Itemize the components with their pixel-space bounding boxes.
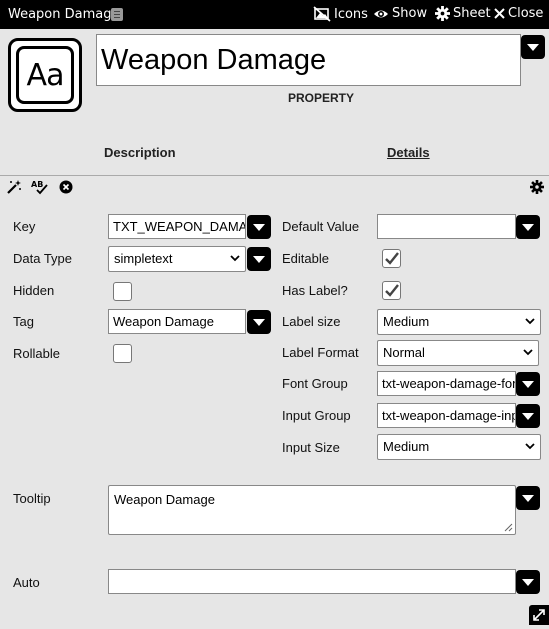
font-group-input[interactable]: txt-weapon-damage-font bbox=[377, 371, 516, 396]
default-value-input[interactable] bbox=[377, 214, 516, 239]
font-group-dropdown-button[interactable] bbox=[516, 372, 540, 396]
tag-label: Tag bbox=[13, 314, 34, 329]
gear-icon[interactable] bbox=[530, 180, 544, 194]
label-size-select[interactable]: Medium bbox=[377, 309, 541, 335]
chevron-down-icon bbox=[525, 318, 535, 325]
key-dropdown-button[interactable] bbox=[247, 215, 271, 239]
tooltip-value: Weapon Damage bbox=[114, 492, 215, 507]
default-value-label: Default Value bbox=[282, 219, 360, 234]
show-button-label: Show bbox=[392, 6, 428, 21]
rollable-label: Rollable bbox=[13, 346, 60, 361]
window-title: Weapon Damage bbox=[8, 7, 120, 22]
chevron-down-icon bbox=[523, 349, 533, 356]
sheet-button-label: Sheet bbox=[453, 6, 491, 21]
data-type-dropdown-button[interactable] bbox=[247, 247, 271, 271]
hidden-checkbox[interactable] bbox=[113, 282, 132, 301]
item-image[interactable]: Aa bbox=[8, 38, 82, 112]
rollable-checkbox[interactable] bbox=[113, 344, 132, 363]
hidden-label: Hidden bbox=[13, 283, 55, 298]
resize-grip-icon[interactable] bbox=[504, 523, 513, 532]
show-button[interactable]: Show bbox=[373, 6, 427, 21]
expand-icon bbox=[533, 609, 545, 621]
avatar-text: Aa bbox=[16, 46, 74, 104]
magic-wand-icon[interactable] bbox=[6, 179, 22, 195]
data-type-value: simpletext bbox=[114, 251, 173, 266]
gear-icon bbox=[435, 6, 450, 21]
label-format-label: Label Format bbox=[282, 345, 359, 360]
has-label-label: Has Label? bbox=[282, 283, 348, 298]
sheet-button[interactable]: Sheet bbox=[435, 6, 491, 21]
name-dropdown-button[interactable] bbox=[521, 35, 545, 59]
svg-text:AB: AB bbox=[31, 180, 43, 189]
spellcheck-icon[interactable]: AB bbox=[31, 179, 49, 195]
label-format-value: Normal bbox=[383, 345, 425, 360]
font-group-label: Font Group bbox=[282, 376, 348, 391]
tag-input[interactable]: Weapon Damage bbox=[108, 309, 246, 334]
auto-input[interactable] bbox=[108, 569, 516, 594]
has-label-checkbox[interactable] bbox=[382, 281, 401, 300]
title-bar: Weapon Damage Icons Show Sheet Close bbox=[0, 0, 549, 29]
tab-description[interactable]: Description bbox=[104, 145, 176, 160]
label-format-select[interactable]: Normal bbox=[377, 340, 539, 366]
input-group-input[interactable]: txt-weapon-damage-input bbox=[377, 403, 516, 428]
data-type-select[interactable]: simpletext bbox=[108, 246, 246, 272]
key-input[interactable]: TXT_WEAPON_DAMAGE bbox=[108, 214, 246, 239]
checkmark-icon bbox=[385, 252, 399, 265]
close-button-label: Close bbox=[508, 6, 544, 21]
key-label: Key bbox=[13, 219, 36, 234]
image-off-icon bbox=[313, 6, 331, 22]
icons-button-label: Icons bbox=[334, 6, 368, 22]
close-button[interactable]: Close bbox=[494, 6, 543, 21]
eye-icon bbox=[374, 10, 388, 17]
close-icon bbox=[494, 8, 505, 19]
input-size-select[interactable]: Medium bbox=[377, 434, 541, 460]
input-size-label: Input Size bbox=[282, 440, 340, 455]
name-input[interactable]: Weapon Damage bbox=[96, 34, 521, 86]
chevron-down-icon bbox=[230, 255, 240, 262]
tooltip-textarea[interactable]: Weapon Damage bbox=[108, 485, 516, 535]
editable-label: Editable bbox=[282, 251, 329, 266]
chevron-down-icon bbox=[525, 443, 535, 450]
tag-dropdown-button[interactable] bbox=[247, 310, 271, 334]
tooltip-dropdown-button[interactable] bbox=[516, 486, 540, 510]
auto-label: Auto bbox=[13, 575, 40, 590]
divider bbox=[0, 175, 549, 176]
clear-circle-icon[interactable] bbox=[59, 180, 73, 194]
label-size-value: Medium bbox=[383, 314, 430, 329]
auto-dropdown-button[interactable] bbox=[516, 570, 540, 594]
input-size-value: Medium bbox=[383, 439, 430, 454]
default-value-dropdown-button[interactable] bbox=[516, 215, 540, 239]
tooltip-label: Tooltip bbox=[13, 491, 51, 506]
expand-button[interactable] bbox=[529, 605, 549, 625]
input-group-dropdown-button[interactable] bbox=[516, 404, 540, 428]
icons-button[interactable]: Icons bbox=[313, 6, 368, 22]
tab-details[interactable]: Details bbox=[387, 145, 430, 160]
sheet-badge-icon bbox=[111, 8, 123, 21]
label-size-label: Label size bbox=[282, 314, 341, 329]
checkmark-icon bbox=[385, 284, 399, 297]
editable-checkbox[interactable] bbox=[382, 249, 401, 268]
item-type-label: PROPERTY bbox=[288, 91, 355, 105]
data-type-label: Data Type bbox=[13, 251, 73, 266]
input-group-label: Input Group bbox=[282, 408, 351, 423]
